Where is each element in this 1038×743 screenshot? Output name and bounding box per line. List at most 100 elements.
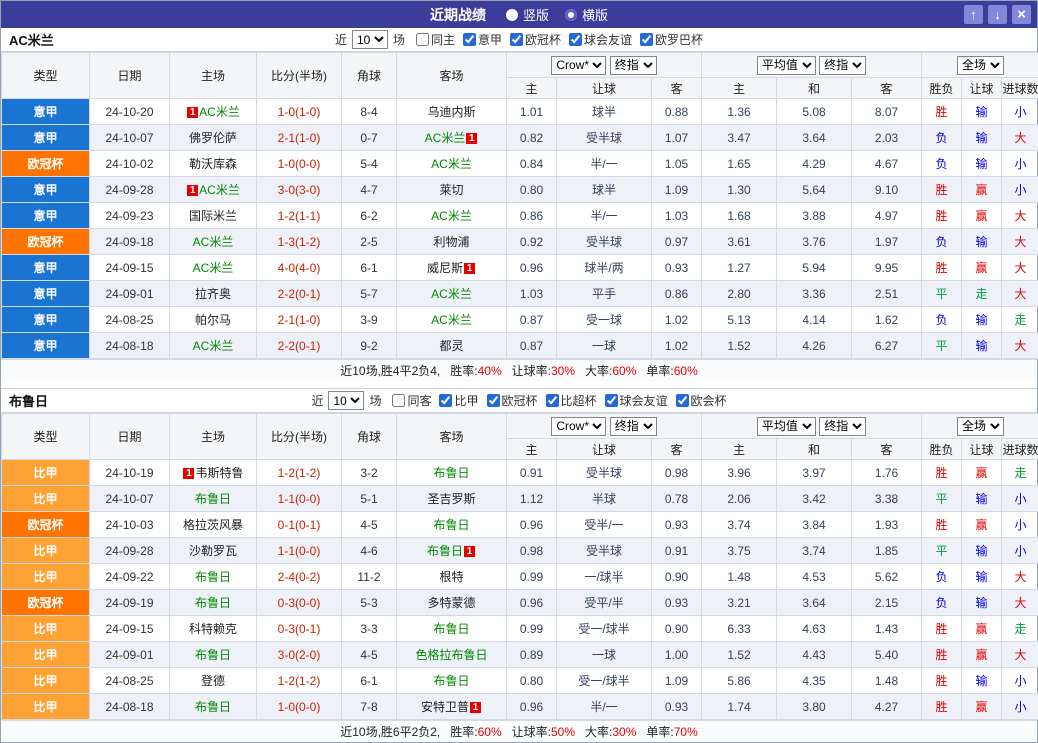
team-name-text[interactable]: 乌迪内斯 <box>427 105 475 119</box>
team-name-text[interactable]: 勒沃库森 <box>189 157 237 171</box>
checkbox-input[interactable] <box>605 394 618 407</box>
team-name-text[interactable]: AC米兰 <box>193 235 234 249</box>
team-name-text[interactable]: 科特赖克 <box>189 622 237 636</box>
odds-home: 0.96 <box>507 255 557 281</box>
team-name-text[interactable]: 布鲁日 <box>433 622 469 636</box>
move-down-button[interactable]: ↓ <box>988 5 1007 24</box>
checkbox-input[interactable] <box>463 33 476 46</box>
team-name-text[interactable]: 圣吉罗斯 <box>427 492 475 506</box>
team-name-text[interactable]: AC米兰 <box>199 183 240 197</box>
corners-cell: 3-9 <box>342 307 397 333</box>
avg-draw: 3.88 <box>777 203 852 229</box>
radio-vertical-layout[interactable]: 竖版 <box>506 5 549 24</box>
avg-away: 1.43 <box>852 616 922 642</box>
filter-checkbox-欧罗巴杯[interactable]: 欧罗巴杯 <box>640 31 703 48</box>
avg-home: 3.21 <box>702 590 777 616</box>
full-match-select[interactable]: 全场 <box>957 417 1004 436</box>
team-name-text[interactable]: AC米兰 <box>431 157 472 171</box>
avg-select[interactable]: 平均值 <box>757 417 816 436</box>
result-goals: 大 <box>1002 255 1038 281</box>
match-row: 比甲 24-08-25 登德 1-2(1-2) 6-1 布鲁日 0.80 受一/… <box>2 668 1038 694</box>
move-up-button[interactable]: ↑ <box>964 5 983 24</box>
checkbox-input[interactable] <box>640 33 653 46</box>
team-name-text[interactable]: 格拉茨风暴 <box>183 518 243 532</box>
team-name-text[interactable]: 布鲁日 <box>195 570 231 584</box>
filter-checkbox-欧冠杯[interactable]: 欧冠杯 <box>510 31 561 48</box>
avg-stage-select[interactable]: 终指 <box>819 56 866 75</box>
filter-checkbox-比超杯[interactable]: 比超杯 <box>546 392 597 409</box>
odds-stage-select[interactable]: 终指 <box>610 56 657 75</box>
team-name-text[interactable]: AC米兰 <box>431 313 472 327</box>
team-name-text[interactable]: 沙勒罗瓦 <box>189 544 237 558</box>
team-name-text[interactable]: 布鲁日 <box>195 700 231 714</box>
filter-checkbox-同客[interactable]: 同客 <box>392 392 431 409</box>
team-name-text[interactable]: 佛罗伦萨 <box>189 131 237 145</box>
radio-horizontal-layout[interactable]: 横版 <box>565 5 608 24</box>
filter-checkbox-欧冠杯[interactable]: 欧冠杯 <box>487 392 538 409</box>
col-wdl: 胜负 <box>922 439 962 460</box>
checkbox-input[interactable] <box>510 33 523 46</box>
filter-checkbox-同主[interactable]: 同主 <box>416 31 455 48</box>
recent-count-select[interactable]: 10 <box>352 30 388 49</box>
filter-checkbox-意甲[interactable]: 意甲 <box>463 31 502 48</box>
team-name-text[interactable]: 都灵 <box>439 339 463 353</box>
checkbox-input[interactable] <box>546 394 559 407</box>
match-row: 比甲 24-10-19 1韦斯特鲁 1-2(1-2) 3-2 布鲁日 0.91 … <box>2 460 1038 486</box>
odds-source-select[interactable]: Crow* <box>551 417 606 436</box>
team-name-text[interactable]: 布鲁日 <box>433 674 469 688</box>
team-name-text[interactable]: 多特蒙德 <box>427 596 475 610</box>
team-name-text[interactable]: 帕尔马 <box>195 313 231 327</box>
team-name-text[interactable]: 安特卫普 <box>421 700 469 714</box>
team-name-text[interactable]: AC米兰 <box>425 131 466 145</box>
team-name-text[interactable]: 登德 <box>201 674 225 688</box>
checkbox-input[interactable] <box>676 394 689 407</box>
filter-checkbox-欧会杯[interactable]: 欧会杯 <box>676 392 727 409</box>
team-name-text[interactable]: 布鲁日 <box>195 492 231 506</box>
filter-checkbox-比甲[interactable]: 比甲 <box>439 392 478 409</box>
team-name-text[interactable]: 莱切 <box>439 183 463 197</box>
team-name-text[interactable]: 威尼斯 <box>427 261 463 275</box>
team-name-text[interactable]: AC米兰 <box>199 105 240 119</box>
match-row: 意甲 24-10-20 1AC米兰 1-0(1-0) 8-4 乌迪内斯 1.01… <box>2 99 1038 125</box>
odds-home: 0.87 <box>507 333 557 359</box>
recent-results-widget: 近期战绩 竖版 横版 ↑ ↓ × AC米兰 近 10 <box>0 0 1038 743</box>
team-name-text[interactable]: 根特 <box>439 570 463 584</box>
odds-stage-select[interactable]: 终指 <box>610 417 657 436</box>
team-name-text[interactable]: 拉齐奥 <box>195 287 231 301</box>
team-name-text[interactable]: 韦斯特鲁 <box>195 466 243 480</box>
league-cell: 比甲 <box>2 642 90 668</box>
checkbox-input[interactable] <box>392 394 405 407</box>
checkbox-input[interactable] <box>569 33 582 46</box>
window-title: 近期战绩 <box>430 5 486 25</box>
filter-checkbox-球会友谊[interactable]: 球会友谊 <box>569 31 632 48</box>
result-handicap: 赢 <box>962 177 1002 203</box>
team-name-text[interactable]: 利物浦 <box>433 235 469 249</box>
home-team-cell: 帕尔马 <box>170 307 257 333</box>
team-name-text[interactable]: 布鲁日 <box>195 596 231 610</box>
match-date: 24-09-28 <box>90 538 170 564</box>
result-goals: 大 <box>1002 333 1038 359</box>
recent-count-select[interactable]: 10 <box>328 391 364 410</box>
checkbox-label: 意甲 <box>478 31 502 48</box>
team-name-text[interactable]: AC米兰 <box>431 287 472 301</box>
team-name-text[interactable]: 布鲁日 <box>433 518 469 532</box>
checkbox-input[interactable] <box>416 33 429 46</box>
checkbox-input[interactable] <box>439 394 452 407</box>
team-name-text[interactable]: 布鲁日 <box>433 466 469 480</box>
avg-away: 4.67 <box>852 151 922 177</box>
checkbox-input[interactable] <box>487 394 500 407</box>
team-name-text[interactable]: 布鲁日 <box>195 648 231 662</box>
team-name-text[interactable]: AC米兰 <box>431 209 472 223</box>
avg-select[interactable]: 平均值 <box>757 56 816 75</box>
filter-checkbox-球会友谊[interactable]: 球会友谊 <box>605 392 668 409</box>
full-match-select[interactable]: 全场 <box>957 56 1004 75</box>
team-name-text[interactable]: AC米兰 <box>193 261 234 275</box>
team-name-text[interactable]: 布鲁日 <box>427 544 463 558</box>
team-name-text[interactable]: 国际米兰 <box>189 209 237 223</box>
team-name-text[interactable]: AC米兰 <box>193 339 234 353</box>
close-button[interactable]: × <box>1012 5 1031 24</box>
odds-handicap: 球半/两 <box>557 255 652 281</box>
avg-stage-select[interactable]: 终指 <box>819 417 866 436</box>
team-name-text[interactable]: 色格拉布鲁日 <box>415 648 487 662</box>
odds-source-select[interactable]: Crow* <box>551 56 606 75</box>
